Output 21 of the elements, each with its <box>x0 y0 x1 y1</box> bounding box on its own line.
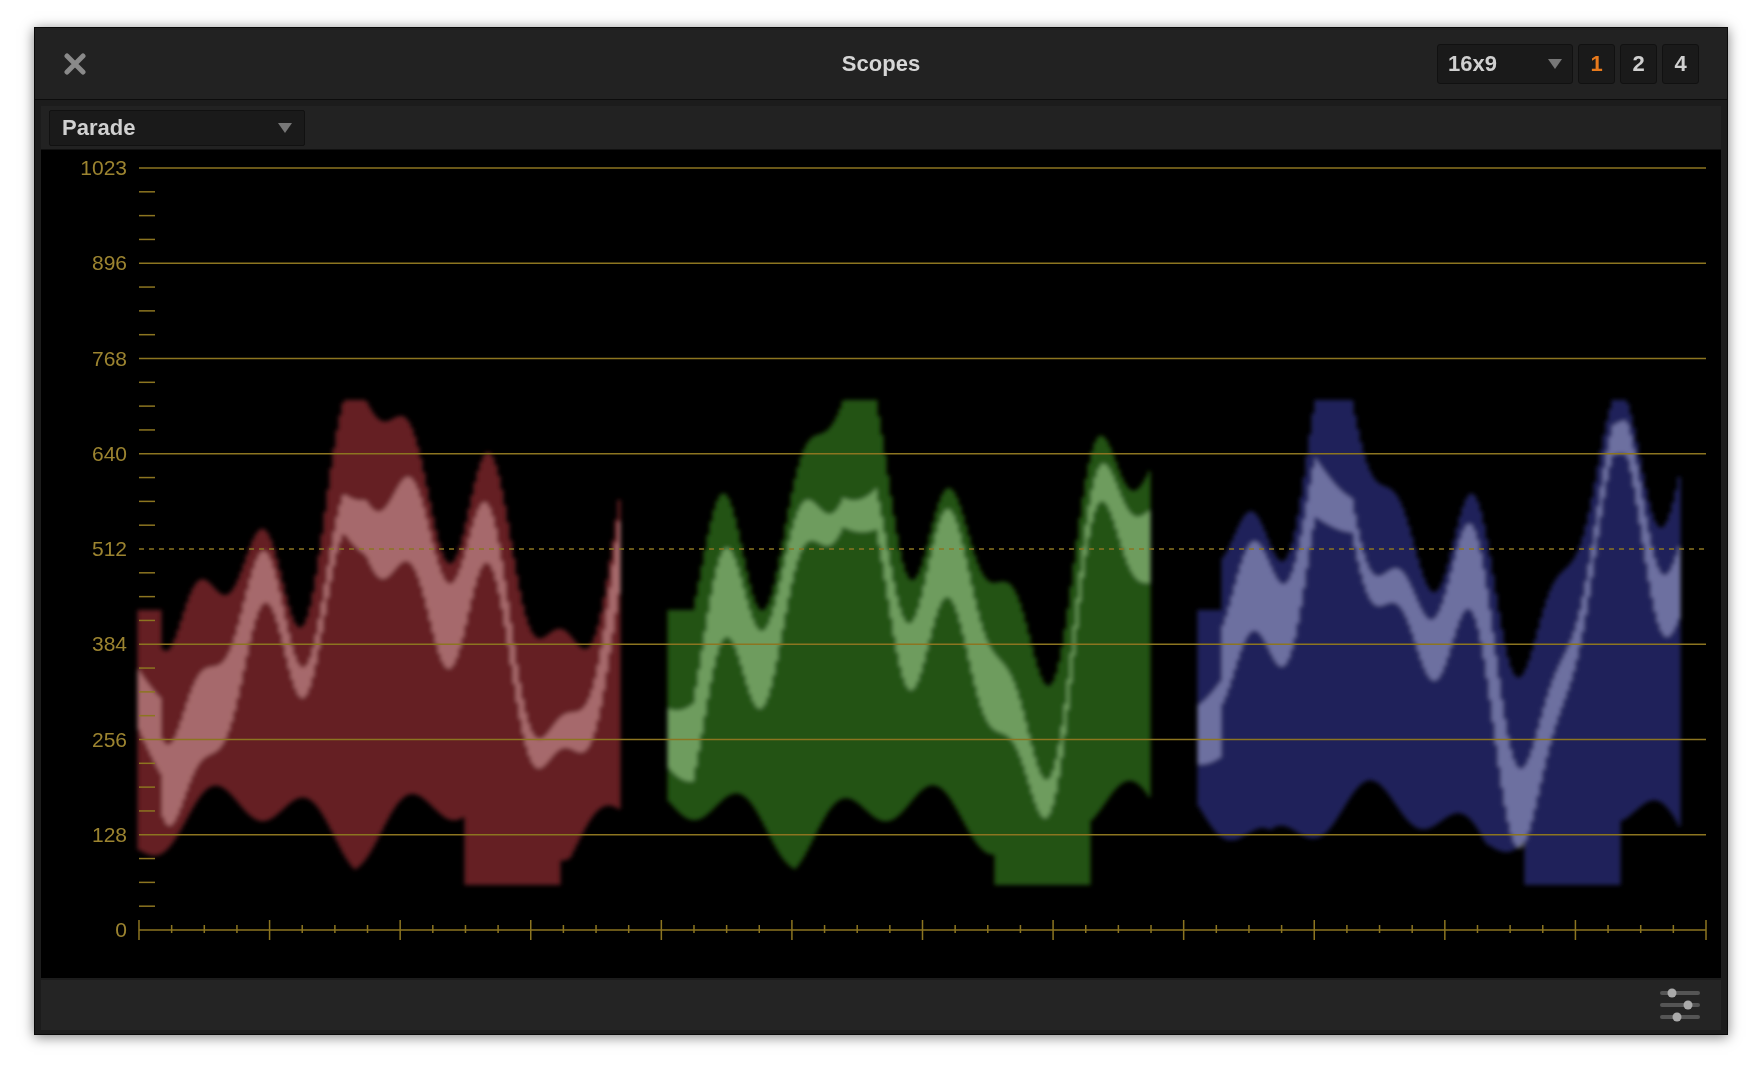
layout-button[interactable]: 4 <box>1662 43 1699 84</box>
scale-label: 1023 <box>80 156 127 179</box>
close-icon <box>64 52 86 75</box>
window-title: Scopes <box>841 50 921 78</box>
scale-label: 128 <box>91 822 127 846</box>
aspect-ratio-dropdown[interactable]: 16x9 <box>1437 43 1573 84</box>
close-button[interactable] <box>63 51 87 76</box>
layout-button[interactable]: 2 <box>1620 43 1657 84</box>
caret-icon <box>1548 58 1562 69</box>
scale-label: 384 <box>91 632 127 656</box>
scale-label: 256 <box>91 727 127 751</box>
settings-button[interactable] <box>1659 987 1701 1023</box>
sliders-icon <box>1660 988 1700 1022</box>
scope-type-dropdown[interactable]: Parade <box>49 109 305 146</box>
caret-icon <box>278 122 292 133</box>
scale-label: 896 <box>91 251 127 275</box>
scale-label: 0 <box>115 918 127 941</box>
scale-label: 640 <box>91 441 127 465</box>
scale-label: 768 <box>91 346 127 370</box>
layout-button[interactable]: 1 <box>1578 43 1615 84</box>
scale-label: 512 <box>91 537 127 560</box>
